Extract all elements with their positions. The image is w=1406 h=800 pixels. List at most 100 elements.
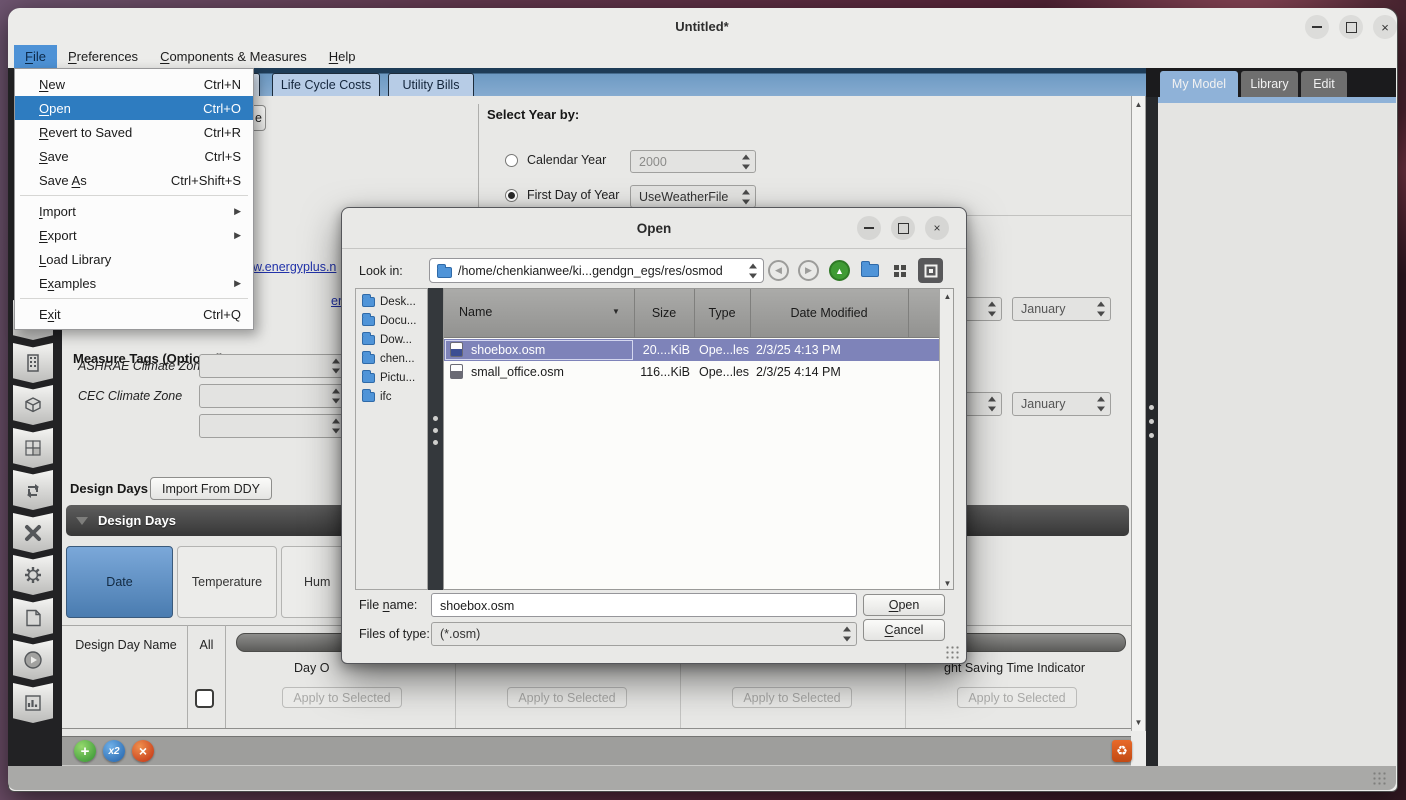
dialog-open-button[interactable]: Open <box>863 594 945 616</box>
splitter-handle-dot[interactable] <box>1149 433 1154 438</box>
files-of-type-select[interactable]: (*.osm) <box>431 622 857 646</box>
menu-help[interactable]: Help <box>318 45 367 68</box>
splitter-handle-dot[interactable] <box>1149 405 1154 410</box>
dialog-close-button[interactable]: × <box>925 216 949 240</box>
look-in-combo[interactable]: /home/chenkianwee/ki...gendgn_egs/res/os… <box>429 258 764 283</box>
menu-item-exit[interactable]: ExitCtrl+Q <box>15 302 253 326</box>
apply-to-selected-button[interactable]: Apply to Selected <box>282 687 402 708</box>
tab-library[interactable]: Library <box>1241 71 1298 97</box>
tab-life-cycle-costs[interactable]: Life Cycle Costs <box>272 73 380 96</box>
trash-drop-zone[interactable]: ♻ <box>1112 740 1132 762</box>
scroll-up-icon[interactable]: ▲ <box>1132 100 1145 109</box>
scroll-down-icon[interactable]: ▼ <box>1132 718 1145 727</box>
up-directory-button[interactable]: ▲ <box>829 260 850 281</box>
resize-grip[interactable] <box>1372 771 1388 785</box>
close-button[interactable]: × <box>1373 15 1397 39</box>
sidebar-tab-scripts[interactable] <box>13 598 53 638</box>
calendar-year-radio[interactable] <box>505 154 518 167</box>
right-panel-divider <box>1146 97 1158 766</box>
tab-utility-bills[interactable]: Utility Bills <box>388 73 474 96</box>
tab-my-model[interactable]: My Model <box>1160 71 1238 97</box>
minimize-button[interactable] <box>1305 15 1329 39</box>
ashrae-select[interactable] <box>199 354 346 378</box>
month-select-1[interactable]: January <box>1012 297 1111 321</box>
dialog-titlebar[interactable]: Open × <box>342 208 966 249</box>
view-date-button[interactable]: Date <box>66 546 173 618</box>
close-icon: × <box>1381 20 1389 35</box>
energyplus-link[interactable]: w.energyplus.n <box>253 260 341 274</box>
sidebar-tab-measures[interactable] <box>13 513 53 553</box>
menu-item-open[interactable]: OpenCtrl+O <box>15 96 253 120</box>
delete-button[interactable]: × <box>132 740 154 762</box>
list-view-button[interactable] <box>888 259 912 282</box>
apply-to-selected-button[interactable]: Apply to Selected <box>957 687 1077 708</box>
tab-edit[interactable]: Edit <box>1301 71 1347 97</box>
file-list-scrollbar[interactable]: ▲ ▼ <box>939 289 954 590</box>
size-header[interactable]: Size <box>634 289 694 337</box>
type-header[interactable]: Type <box>694 289 750 337</box>
new-folder-button[interactable] <box>858 259 882 282</box>
sidebar-tab-geometry[interactable] <box>13 428 53 468</box>
menu-item-save[interactable]: SaveCtrl+S <box>15 144 253 168</box>
menu-file[interactable]: File <box>14 45 57 68</box>
menu-item-new[interactable]: NewCtrl+N <box>15 72 253 96</box>
scroll-up-icon[interactable]: ▲ <box>940 292 954 301</box>
sidebar-tab-spaces[interactable] <box>13 385 53 425</box>
apply-to-selected-button[interactable]: Apply to Selected <box>732 687 852 708</box>
sidebar-tab-settings[interactable] <box>13 555 53 595</box>
place-desktop[interactable]: Desk... <box>356 292 427 311</box>
date-modified-header[interactable]: Date Modified <box>750 289 908 337</box>
place-pictures[interactable]: Pictu... <box>356 368 427 387</box>
place-home[interactable]: chen... <box>356 349 427 368</box>
detail-view-button[interactable] <box>918 258 943 283</box>
back-button[interactable]: ◀ <box>768 260 789 281</box>
dialog-resize-grip[interactable] <box>945 645 961 659</box>
name-header[interactable]: Name <box>459 305 492 319</box>
cec-select[interactable] <box>199 384 346 408</box>
spinner-arrows-icon <box>1097 397 1106 412</box>
place-downloads[interactable]: Dow... <box>356 330 427 349</box>
month-select-2[interactable]: January <box>1012 392 1111 416</box>
menu-preferences[interactable]: Preferences <box>57 45 149 68</box>
measure-tag-select[interactable] <box>199 414 346 438</box>
menu-item-save-as[interactable]: Save AsCtrl+Shift+S <box>15 168 253 192</box>
first-day-select[interactable]: UseWeatherFile <box>630 185 756 208</box>
import-ddy-button[interactable]: Import From DDY <box>150 477 272 500</box>
sidebar-tab-facility[interactable] <box>13 343 53 383</box>
dialog-maximize-button[interactable] <box>891 216 915 240</box>
menu-components-measures[interactable]: Components & Measures <box>149 45 318 68</box>
forward-button[interactable]: ▶ <box>798 260 819 281</box>
maximize-button[interactable] <box>1339 15 1363 39</box>
apply-to-selected-button[interactable]: Apply to Selected <box>507 687 627 708</box>
file-name-input[interactable]: shoebox.osm <box>431 593 857 617</box>
menu-item-export[interactable]: Export▶ <box>15 223 253 247</box>
building-icon <box>22 352 44 374</box>
dialog-minimize-button[interactable] <box>857 216 881 240</box>
place-ifc[interactable]: ifc <box>356 387 427 406</box>
place-documents[interactable]: Docu... <box>356 311 427 330</box>
file-row-shoebox[interactable]: shoebox.osm 20....KiB Ope...les 2/3/25 4… <box>444 339 939 361</box>
menu-item-revert[interactable]: Revert to SavedCtrl+R <box>15 120 253 144</box>
sort-descending-icon[interactable]: ▼ <box>612 307 620 316</box>
file-row-small-office[interactable]: small_office.osm 116...KiB Ope...les 2/3… <box>444 361 939 383</box>
scroll-down-icon[interactable]: ▼ <box>940 579 954 588</box>
main-scrollbar[interactable]: ▲ ▼ <box>1131 96 1146 731</box>
view-temperature-button[interactable]: Temperature <box>177 546 277 618</box>
duplicate-button[interactable]: x2 <box>103 740 125 762</box>
add-button[interactable]: + <box>74 740 96 762</box>
splitter-handle-dot[interactable] <box>1149 419 1154 424</box>
first-day-radio[interactable] <box>505 189 518 202</box>
files-of-type-label: Files of type: <box>359 627 430 641</box>
sidebar-tab-results[interactable] <box>13 683 53 723</box>
menu-item-examples[interactable]: Examples▶ <box>15 271 253 295</box>
sidebar-tab-run[interactable] <box>13 640 53 680</box>
menu-item-import[interactable]: Import▶ <box>15 199 253 223</box>
sidebar-tab-loads[interactable] <box>13 470 53 510</box>
select-all-checkbox[interactable] <box>195 689 214 708</box>
dialog-cancel-button[interactable]: Cancel <box>863 619 945 641</box>
sidebar-splitter[interactable] <box>428 288 443 590</box>
set-weather-file-button-fragment[interactable]: e <box>252 105 266 131</box>
calendar-year-select[interactable]: 2000 <box>630 150 756 173</box>
menu-item-load-library[interactable]: Load Library <box>15 247 253 271</box>
titlebar[interactable]: Untitled* × <box>8 8 1396 45</box>
